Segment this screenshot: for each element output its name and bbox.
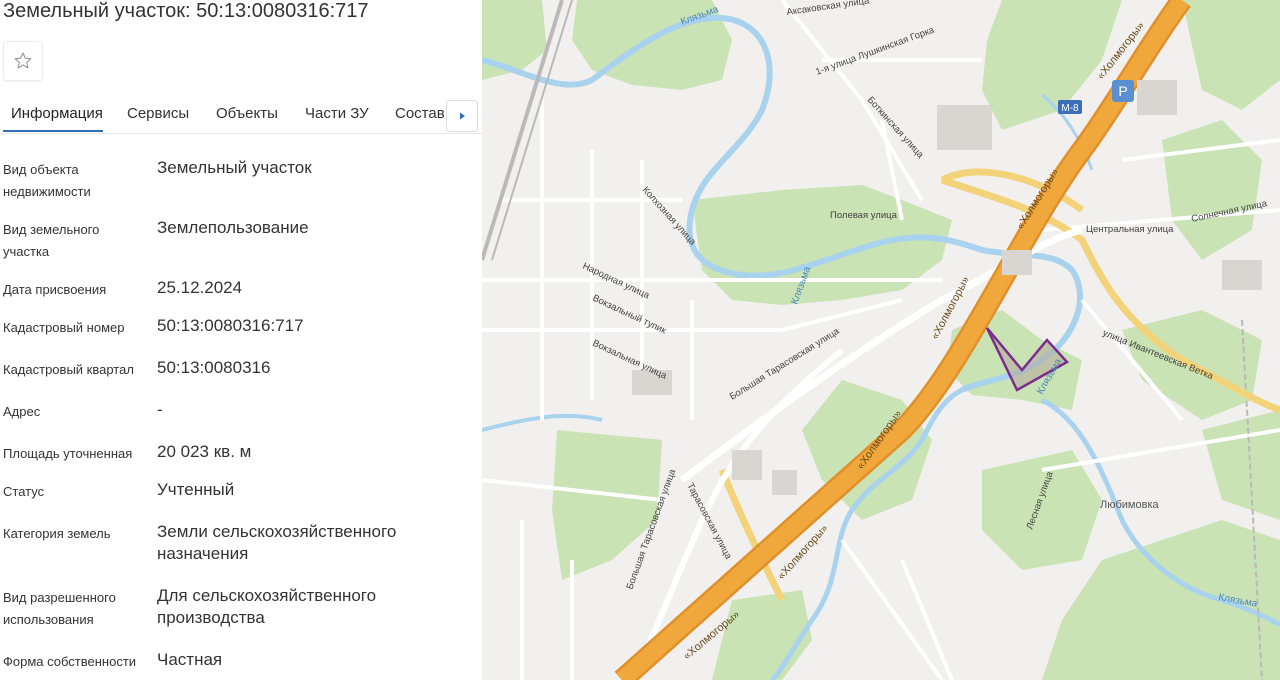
label-aksakovskaya: Аксаковская улица bbox=[786, 0, 871, 18]
value-cadastral-number: 50:13:0080316:717 bbox=[157, 316, 304, 335]
label-lyubimovka: Любимовка bbox=[1100, 499, 1159, 511]
label-lushkinskaya: 1-я улица Лушкинская Горка bbox=[814, 24, 936, 77]
favorite-button[interactable] bbox=[3, 41, 43, 81]
label-area: Площадь уточненная bbox=[3, 446, 133, 461]
value-object-type: Земельный участок bbox=[157, 158, 312, 177]
value-parcel-type: Землепользование bbox=[157, 218, 309, 237]
value-cadastral-quarter: 50:13:0080316 bbox=[157, 358, 271, 377]
label-parcel-type: Вид земельного участка bbox=[3, 222, 100, 259]
label-address: Адрес bbox=[3, 404, 41, 419]
m8-label: М-8 bbox=[1061, 103, 1079, 114]
page-title: Земельный участок: 50:13:0080316:717 bbox=[3, 0, 369, 22]
star-outline-icon bbox=[14, 52, 32, 69]
tab-bar: Информация Сервисы Объекты Части ЗУ Сост… bbox=[0, 97, 482, 134]
value-assign-date: 25.12.2024 bbox=[157, 278, 243, 297]
triangle-right-icon bbox=[460, 112, 465, 120]
label-permitted-use: Вид разрешенного использования bbox=[3, 590, 116, 627]
parking-icon: P bbox=[1112, 80, 1134, 102]
label-polevaya: Полевая улица bbox=[830, 210, 898, 221]
label-assign-date: Дата присвоения bbox=[3, 282, 107, 297]
label-ownership: Форма собственности bbox=[3, 654, 137, 669]
label-cadastral-quarter: Кадастровый квартал bbox=[3, 362, 134, 377]
label-land-category: Категория земель bbox=[3, 526, 111, 541]
label-object-type: Вид объекта недвижимости bbox=[3, 162, 91, 199]
label-centralnaya: Центральная улица bbox=[1086, 224, 1174, 235]
parking-label: P bbox=[1118, 83, 1127, 99]
map-view[interactable]: P М-8 «Холмогоры» «Холмогоры» «Холмогоры… bbox=[482, 0, 1280, 680]
value-land-category: Земли сельскохозяйственного назначения bbox=[157, 522, 397, 563]
label-botkinskaya: Боткинская улица bbox=[865, 95, 926, 161]
label-vokzalnaya: Вокзальная улица bbox=[591, 338, 669, 382]
tabs-next-button[interactable] bbox=[446, 100, 478, 132]
tab-information[interactable]: Информация bbox=[11, 105, 103, 122]
tab-services[interactable]: Сервисы bbox=[127, 105, 189, 122]
tab-composition[interactable]: Состав bbox=[395, 105, 445, 122]
value-address: - bbox=[157, 400, 163, 419]
active-tab-indicator bbox=[3, 130, 103, 132]
value-area: 20 023 кв. м bbox=[157, 442, 252, 461]
label-cadastral-number: Кадастровый номер bbox=[3, 320, 125, 335]
value-status: Учтенный bbox=[157, 480, 235, 499]
tab-parts[interactable]: Части ЗУ bbox=[305, 105, 369, 122]
info-panel: Земельный участок: 50:13:0080316:717 Инф… bbox=[0, 0, 482, 680]
value-ownership: Частная bbox=[157, 650, 223, 669]
label-status: Статус bbox=[3, 484, 45, 499]
m8-shield: М-8 bbox=[1058, 100, 1082, 114]
value-permitted-use: Для сельскохозяйственного производства bbox=[157, 586, 377, 627]
tab-objects[interactable]: Объекты bbox=[216, 105, 278, 122]
